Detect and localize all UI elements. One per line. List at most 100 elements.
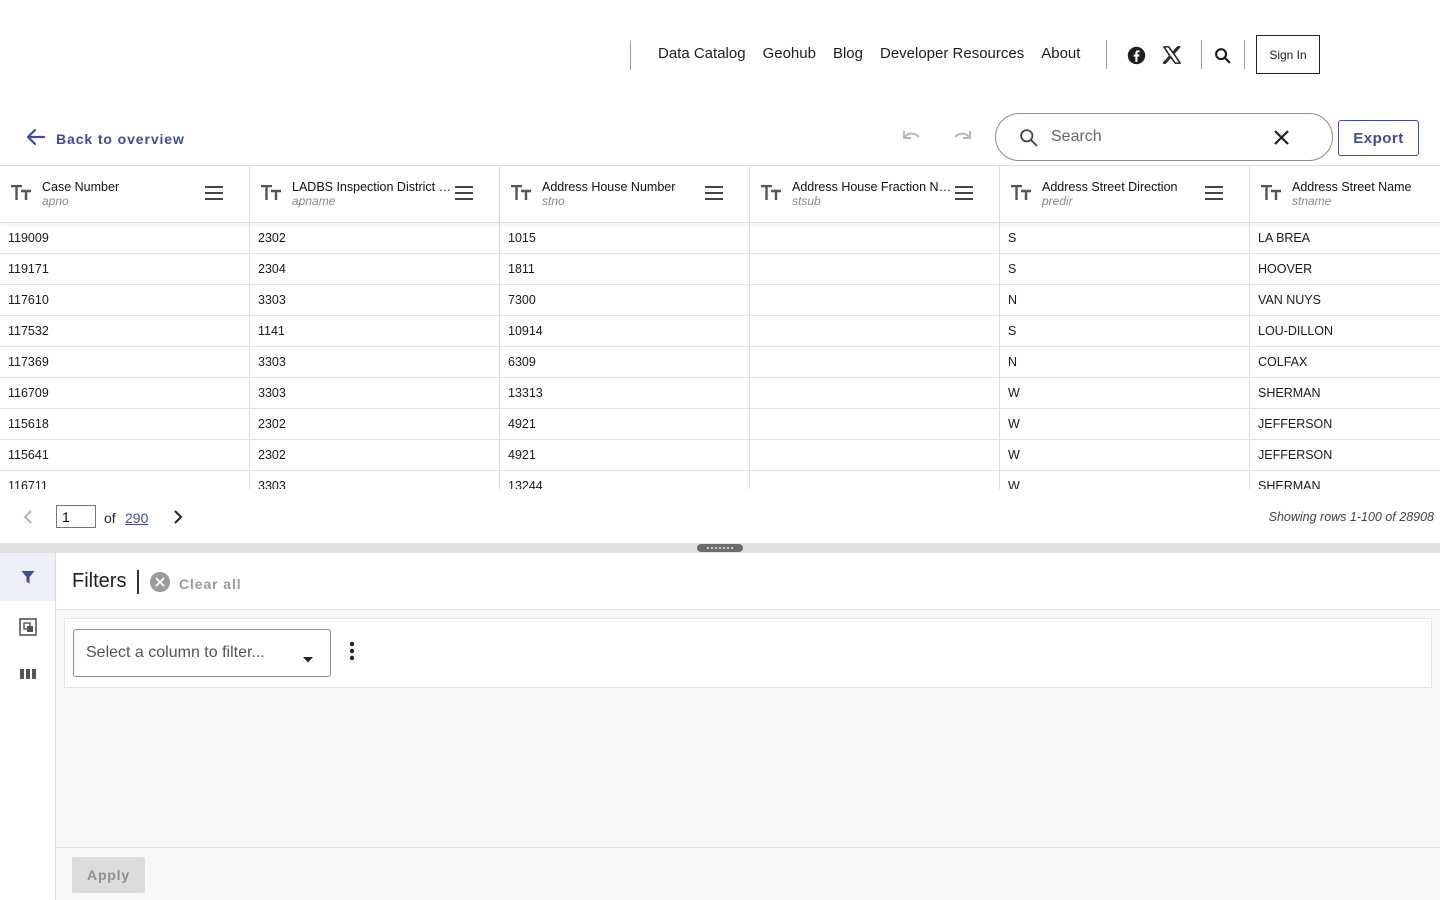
table-cell[interactable]: N bbox=[1000, 347, 1250, 377]
table-cell[interactable] bbox=[750, 409, 1000, 439]
table-cell[interactable]: W bbox=[1000, 471, 1250, 489]
table-cell[interactable]: 2302 bbox=[250, 409, 500, 439]
x-twitter-icon[interactable] bbox=[1161, 44, 1183, 66]
table-cell[interactable]: 10914 bbox=[500, 316, 750, 346]
table-cell[interactable]: 1141 bbox=[250, 316, 500, 346]
table-cell[interactable]: S bbox=[1000, 223, 1250, 253]
table-row[interactable]: 117369 3303 6309 N COLFAX bbox=[0, 347, 1440, 378]
table-cell[interactable]: 13244 bbox=[500, 471, 750, 489]
more-vert-icon[interactable] bbox=[349, 641, 355, 666]
table-cell[interactable]: S bbox=[1000, 316, 1250, 346]
table-cell[interactable] bbox=[750, 378, 1000, 408]
table-cell[interactable]: 117369 bbox=[0, 347, 250, 377]
total-pages-link[interactable]: 290 bbox=[125, 510, 148, 526]
nav-link-about[interactable]: About bbox=[1041, 45, 1080, 62]
table-row[interactable]: 115618 2302 4921 W JEFFERSON bbox=[0, 409, 1440, 440]
table-cell[interactable]: HOOVER bbox=[1250, 254, 1440, 284]
table-cell[interactable]: 3303 bbox=[250, 378, 500, 408]
table-cell[interactable] bbox=[750, 316, 1000, 346]
table-cell[interactable]: 116711 bbox=[0, 471, 250, 489]
chevron-right-icon[interactable] bbox=[170, 508, 186, 531]
table-cell[interactable]: 2302 bbox=[250, 223, 500, 253]
table-row[interactable]: 115641 2302 4921 W JEFFERSON bbox=[0, 440, 1440, 471]
nav-link-data-catalog[interactable]: Data Catalog bbox=[658, 45, 746, 62]
search-input[interactable] bbox=[1051, 124, 1271, 150]
nav-link-geohub[interactable]: Geohub bbox=[763, 45, 816, 62]
column-select-dropdown[interactable]: Select a column to filter... bbox=[73, 629, 331, 677]
table-row[interactable]: 119171 2304 1811 S HOOVER bbox=[0, 254, 1440, 285]
resize-handle[interactable] bbox=[697, 544, 743, 552]
menu-icon[interactable] bbox=[704, 185, 724, 206]
undo-icon[interactable] bbox=[901, 126, 925, 148]
column-header[interactable]: Case Number apno bbox=[0, 166, 250, 223]
table-cell[interactable]: 117610 bbox=[0, 285, 250, 315]
redo-icon[interactable] bbox=[949, 126, 973, 148]
table-cell[interactable]: W bbox=[1000, 378, 1250, 408]
table-cell[interactable]: 115641 bbox=[0, 440, 250, 470]
table-cell[interactable] bbox=[750, 223, 1000, 253]
group-icon[interactable] bbox=[0, 603, 55, 651]
chevron-left-icon[interactable] bbox=[20, 508, 36, 531]
table-row[interactable]: 119009 2302 1015 S LA BREA bbox=[0, 223, 1440, 254]
table-cell[interactable] bbox=[750, 440, 1000, 470]
column-header[interactable]: LADBS Inspection District Officeapname bbox=[250, 166, 500, 223]
table-cell[interactable]: VAN NUYS bbox=[1250, 285, 1440, 315]
table-cell[interactable] bbox=[750, 347, 1000, 377]
table-cell[interactable]: 117532 bbox=[0, 316, 250, 346]
table-cell[interactable]: 2304 bbox=[250, 254, 500, 284]
table-cell[interactable]: W bbox=[1000, 409, 1250, 439]
table-cell[interactable]: 3303 bbox=[250, 471, 500, 489]
table-cell[interactable]: 13313 bbox=[500, 378, 750, 408]
back-to-overview-link[interactable]: Back to overview bbox=[26, 128, 185, 149]
table-row[interactable]: 116711 3303 13244 W SHERMAN bbox=[0, 471, 1440, 489]
column-header[interactable]: Address House Number stno bbox=[500, 166, 750, 223]
table-cell[interactable]: LOU-DILLON bbox=[1250, 316, 1440, 346]
table-cell[interactable]: COLFAX bbox=[1250, 347, 1440, 377]
table-cell[interactable]: 6309 bbox=[500, 347, 750, 377]
table-cell[interactable]: 115618 bbox=[0, 409, 250, 439]
table-cell[interactable]: 7300 bbox=[500, 285, 750, 315]
table-cell[interactable]: 1811 bbox=[500, 254, 750, 284]
table-cell[interactable]: 4921 bbox=[500, 440, 750, 470]
column-header[interactable]: Address House Fraction Numberstsub bbox=[750, 166, 1000, 223]
table-cell[interactable]: 4921 bbox=[500, 409, 750, 439]
table-cell[interactable]: 116709 bbox=[0, 378, 250, 408]
table-cell[interactable]: S bbox=[1000, 254, 1250, 284]
table-cell[interactable]: W bbox=[1000, 440, 1250, 470]
table-cell[interactable]: SHERMAN bbox=[1250, 378, 1440, 408]
table-cell[interactable]: JEFFERSON bbox=[1250, 409, 1440, 439]
table-cell[interactable]: 119009 bbox=[0, 223, 250, 253]
table-cell[interactable]: 2302 bbox=[250, 440, 500, 470]
close-icon[interactable] bbox=[1273, 129, 1290, 151]
table-cell[interactable]: SHERMAN bbox=[1250, 471, 1440, 489]
table-cell[interactable]: N bbox=[1000, 285, 1250, 315]
table-cell[interactable]: 3303 bbox=[250, 347, 500, 377]
nav-link-developer-resources[interactable]: Developer Resources bbox=[880, 45, 1024, 62]
clear-all-button[interactable]: Clear all bbox=[150, 572, 242, 595]
table-cell[interactable] bbox=[750, 285, 1000, 315]
table-cell[interactable]: 1015 bbox=[500, 223, 750, 253]
page-number-input[interactable] bbox=[56, 505, 96, 528]
table-cell[interactable]: JEFFERSON bbox=[1250, 440, 1440, 470]
table-row[interactable]: 116709 3303 13313 W SHERMAN bbox=[0, 378, 1440, 409]
export-button[interactable]: Export bbox=[1338, 120, 1419, 156]
column-header[interactable]: Address Street Name stname bbox=[1250, 166, 1440, 223]
sign-in-button[interactable]: Sign In bbox=[1256, 35, 1320, 74]
table-cell[interactable]: 119171 bbox=[0, 254, 250, 284]
table-row[interactable]: 117610 3303 7300 N VAN NUYS bbox=[0, 285, 1440, 316]
menu-icon[interactable] bbox=[454, 185, 474, 206]
nav-link-blog[interactable]: Blog bbox=[833, 45, 863, 62]
table-cell[interactable] bbox=[750, 254, 1000, 284]
filter-icon[interactable] bbox=[0, 553, 55, 601]
table-cell[interactable] bbox=[750, 471, 1000, 489]
columns-icon[interactable] bbox=[0, 650, 55, 698]
menu-icon[interactable] bbox=[1204, 185, 1224, 206]
column-header[interactable]: Address Street Direction predir bbox=[1000, 166, 1250, 223]
facebook-icon[interactable] bbox=[1125, 44, 1147, 66]
menu-icon[interactable] bbox=[954, 185, 974, 206]
table-cell[interactable]: LA BREA bbox=[1250, 223, 1440, 253]
menu-icon[interactable] bbox=[204, 185, 224, 206]
table-row[interactable]: 117532 1141 10914 S LOU-DILLON bbox=[0, 316, 1440, 347]
table-cell[interactable]: 3303 bbox=[250, 285, 500, 315]
search-icon[interactable] bbox=[1211, 44, 1233, 66]
